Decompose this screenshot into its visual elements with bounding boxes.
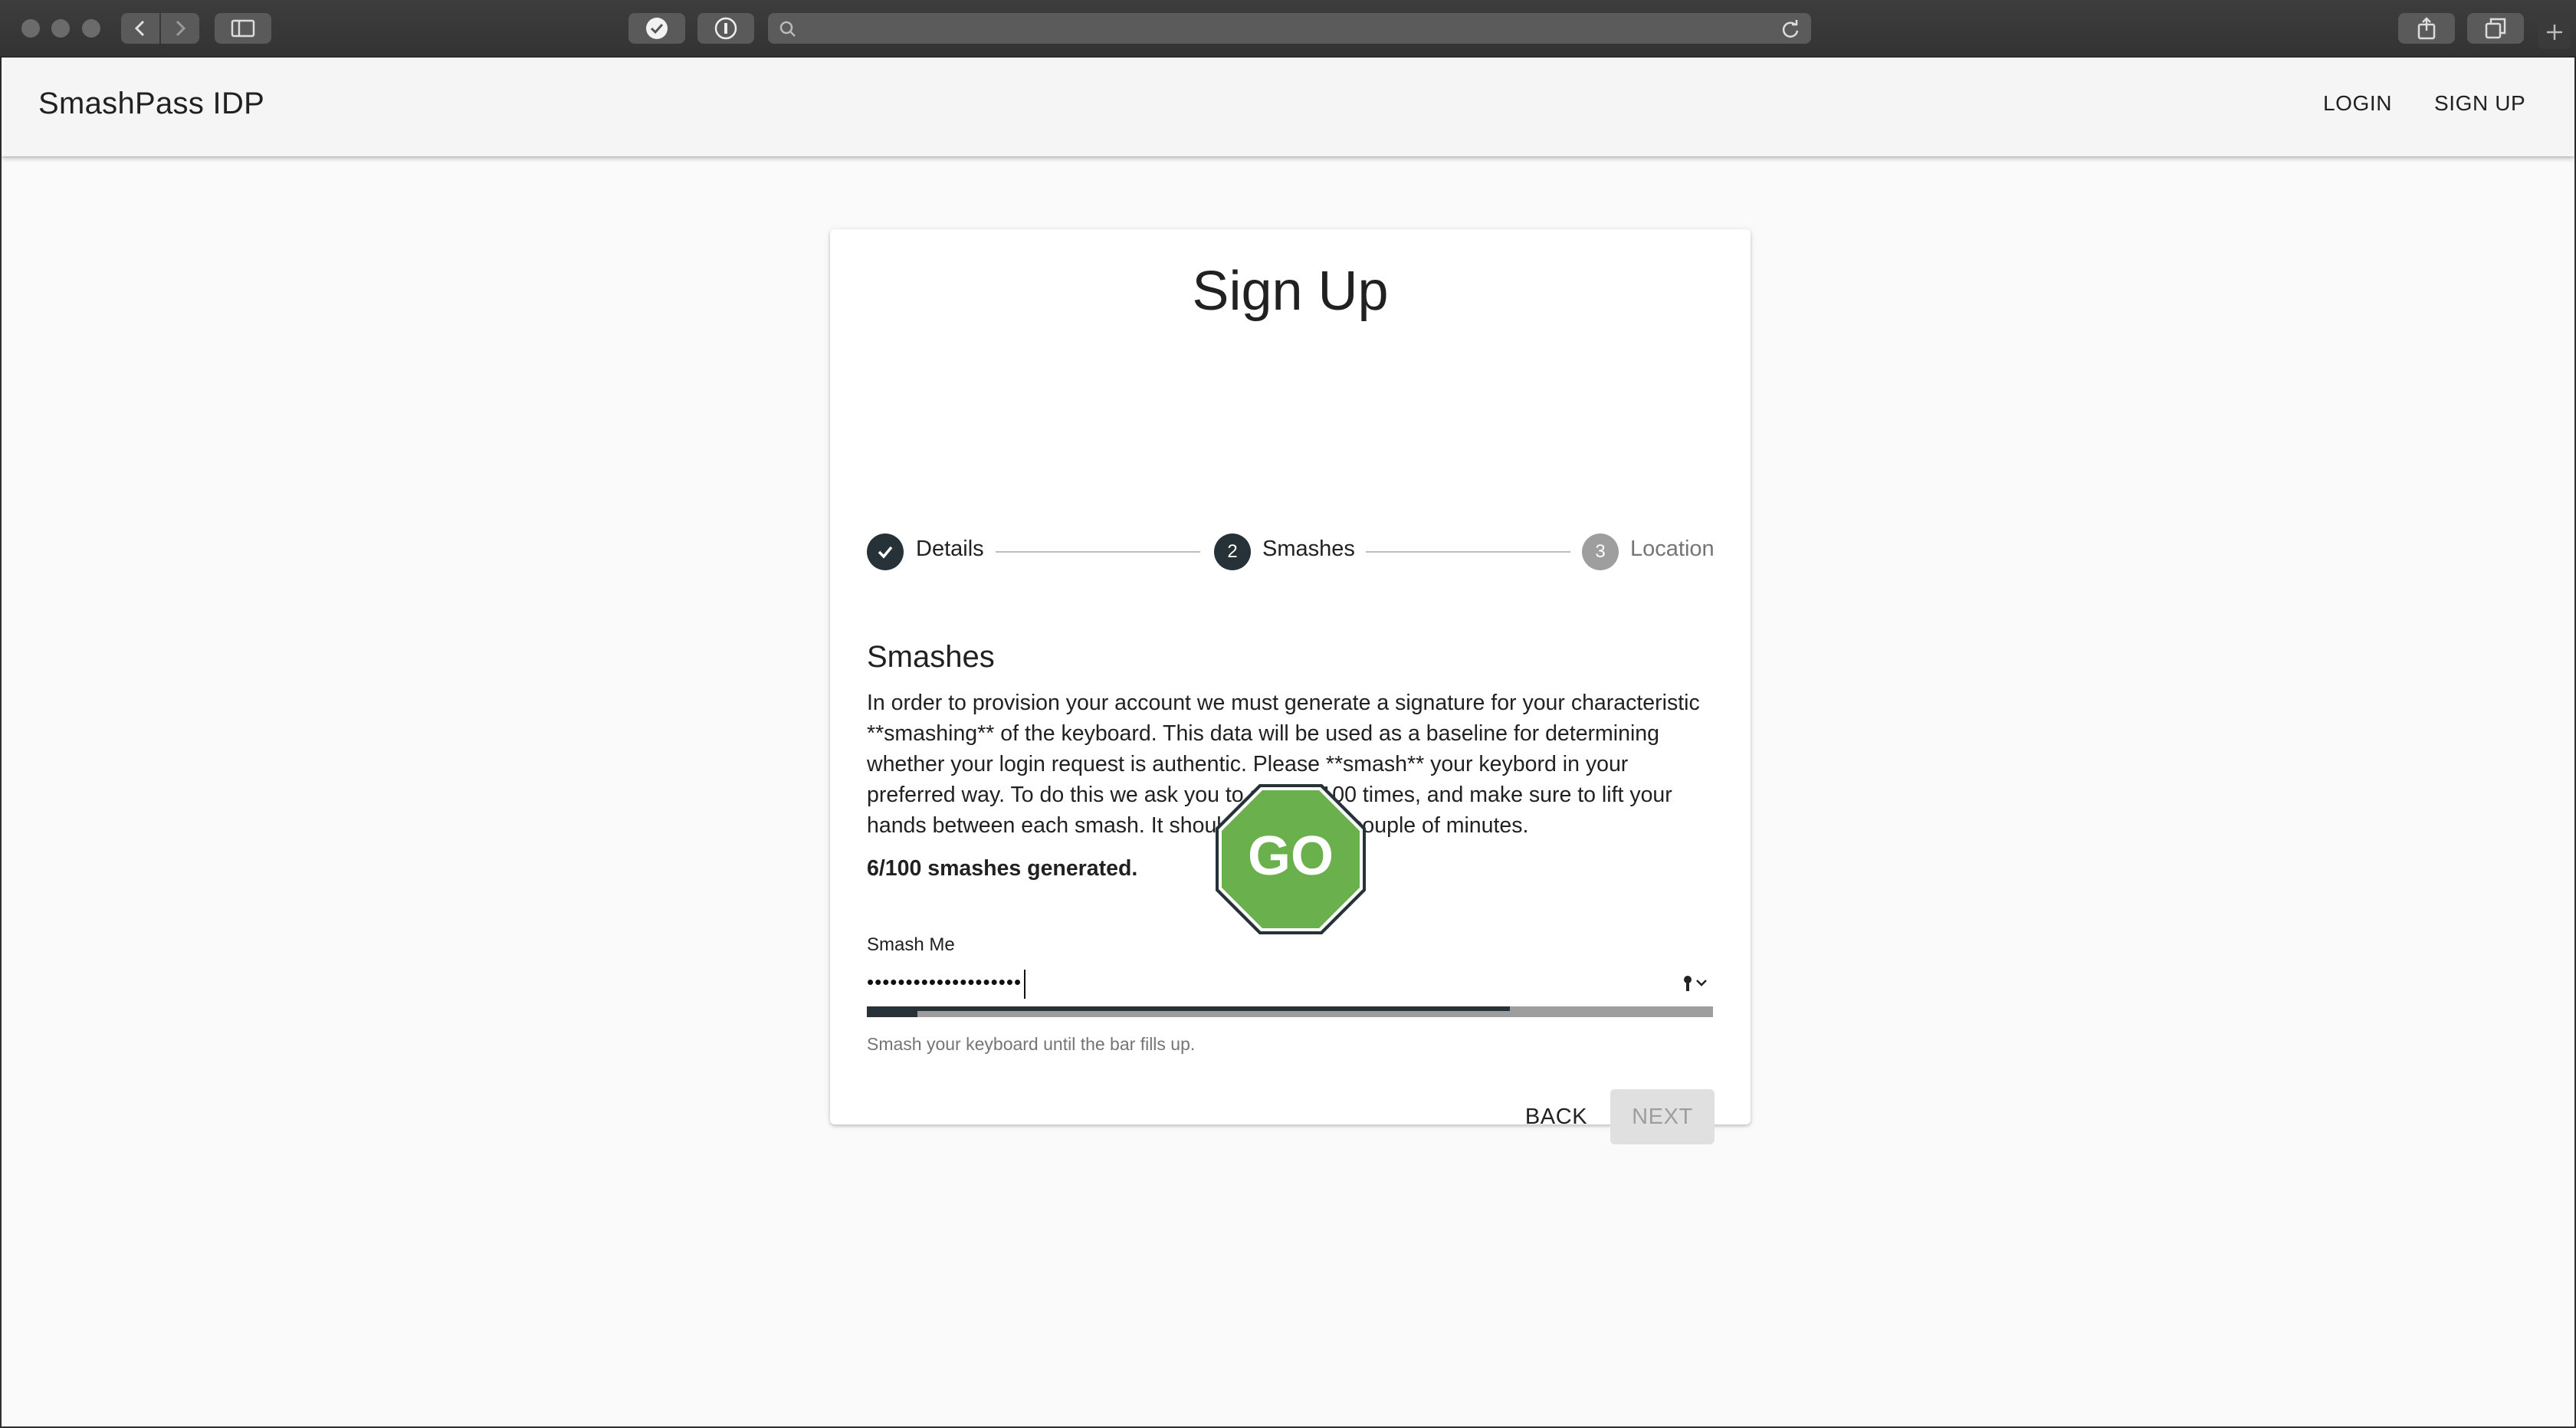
maximize-window-dot[interactable] [82, 19, 100, 38]
text-caret [1024, 970, 1025, 999]
signup-button[interactable]: SIGN UP [2434, 91, 2525, 116]
sidebar-button[interactable] [215, 13, 271, 44]
password-manager-button[interactable] [697, 13, 754, 44]
smash-progress-buffer [867, 1006, 1510, 1011]
new-tab-icon [2547, 25, 2562, 40]
password-key-icon[interactable] [1682, 974, 1710, 993]
go-sign: GO [1214, 783, 1367, 936]
forward-nav-button[interactable] [161, 13, 199, 44]
new-tab-button[interactable] [2538, 15, 2571, 49]
tabs-icon [2485, 18, 2506, 39]
brand-title[interactable]: SmashPass IDP [38, 87, 264, 121]
back-icon [134, 20, 145, 37]
search-icon [779, 21, 796, 37]
smash-input[interactable] [867, 967, 1656, 997]
step-3-inactive: 3 [1582, 533, 1619, 570]
step-label-smashes: Smashes [1262, 537, 1355, 561]
sidebar-icon [231, 19, 255, 38]
back-nav-button[interactable] [121, 13, 159, 44]
checkmark-extension-button[interactable] [628, 13, 685, 44]
tabs-overview-button[interactable] [2467, 13, 2524, 44]
back-button[interactable]: BACK [1512, 1089, 1600, 1144]
checkmark-icon [878, 546, 893, 559]
go-label: GO [1248, 826, 1334, 887]
smash-progress-bar [867, 1006, 917, 1017]
minimize-window-dot[interactable] [51, 19, 70, 38]
share-button[interactable] [2398, 13, 2455, 44]
helper-text: Smash your keyboard until the bar fills … [867, 1034, 1196, 1054]
browser-toolbar [0, 0, 2576, 57]
step-1-completed [867, 533, 904, 570]
reload-icon[interactable] [1780, 19, 1800, 39]
checkmark-extension-icon [646, 18, 668, 39]
step-connector [1366, 551, 1570, 553]
go-octagon-icon: GO [1216, 784, 1366, 934]
step-connector [996, 551, 1200, 553]
section-title: Smashes [867, 640, 995, 674]
password-manager-icon [714, 17, 737, 40]
step-label-location: Location [1630, 537, 1715, 561]
page-viewport: SmashPass IDP LOGIN SIGN UP Sign Up Deta… [2, 57, 2574, 1426]
close-window-dot[interactable] [21, 19, 40, 38]
next-button[interactable]: NEXT [1610, 1089, 1715, 1144]
smash-count: 6/100 smashes generated. [867, 856, 1138, 881]
page-title: Sign Up [1192, 261, 1389, 322]
step-label-details: Details [916, 537, 984, 561]
app-header: SmashPass IDP LOGIN SIGN UP [2, 57, 2574, 156]
share-icon [2417, 17, 2436, 40]
step-2-active: 2 [1214, 533, 1251, 570]
login-button[interactable]: LOGIN [2323, 91, 2392, 116]
address-bar[interactable] [768, 13, 1811, 44]
forward-icon [176, 20, 186, 37]
smash-field-label: Smash Me [867, 934, 955, 955]
signup-card: Sign Up Details 2 Smashes 3 Location Sma… [830, 229, 1751, 1144]
